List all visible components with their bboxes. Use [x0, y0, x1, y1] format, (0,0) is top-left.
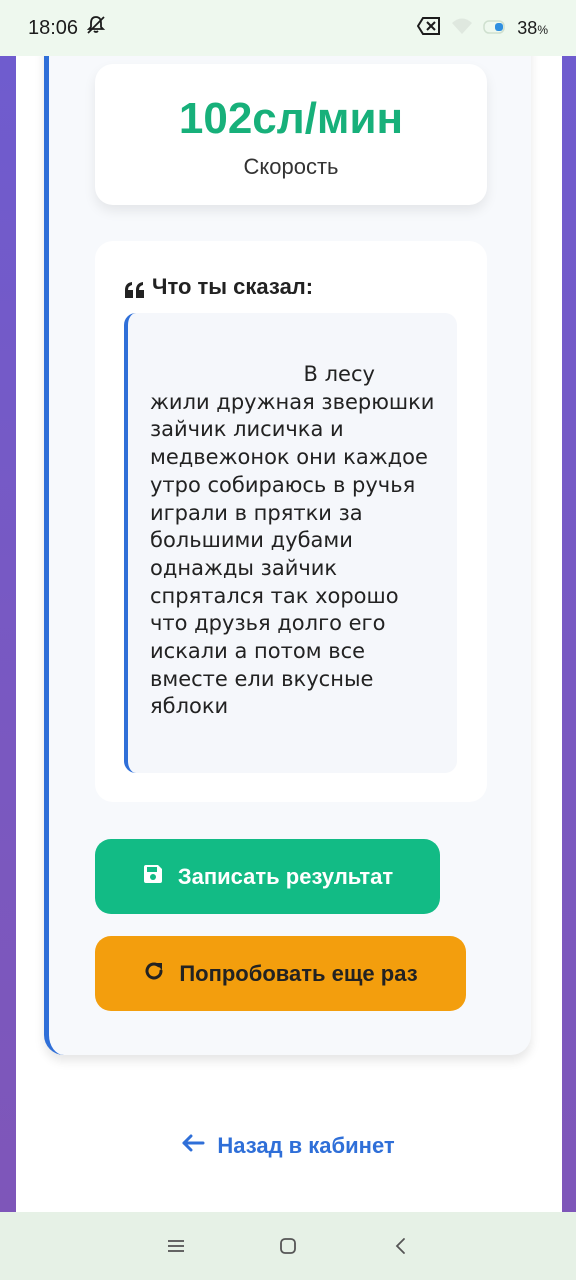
status-right: 38% — [417, 16, 548, 40]
bell-off-icon — [86, 15, 106, 41]
transcript-card: Что ты сказал: В лесу жили дружная зверю… — [95, 241, 487, 802]
back-to-cabinet-label: Назад в кабинет — [217, 1133, 395, 1158]
save-result-button[interactable]: Записать результат — [95, 839, 440, 914]
save-result-label: Записать результат — [177, 863, 394, 889]
menu-icon[interactable] — [156, 1226, 196, 1266]
speed-card: 102сл/мин Скорость — [95, 64, 487, 205]
system-nav-bar — [0, 1212, 576, 1280]
battery-percent-unit: % — [537, 22, 548, 37]
status-left: 18:06 — [28, 15, 106, 41]
save-icon — [142, 863, 164, 891]
battery-percent-value: 38 — [517, 17, 538, 38]
retry-button[interactable]: Попробовать еще раз — [95, 936, 466, 1011]
status-bar: 18:06 38% — [0, 0, 576, 56]
status-time: 18:06 — [28, 16, 79, 39]
battery-percent: 38% — [517, 18, 548, 39]
speed-label: Скорость — [243, 154, 339, 179]
transcript-text-box: В лесу жили дружная зверюшки зайчик лиси… — [124, 313, 457, 773]
speed-value: 102сл/мин — [178, 94, 404, 143]
transcript-text: В лесу жили дружная зверюшки зайчик лиси… — [150, 362, 442, 719]
transcript-title: Что ты сказал: — [124, 274, 313, 300]
sim-blocked-icon — [417, 16, 441, 40]
arrow-left-icon — [181, 1133, 205, 1159]
wifi-icon — [451, 17, 473, 40]
redo-icon — [143, 960, 165, 988]
home-square-icon[interactable] — [268, 1226, 308, 1266]
battery-icon — [483, 18, 507, 39]
back-chevron-icon[interactable] — [380, 1226, 420, 1266]
transcript-title-text: Что ты сказал: — [152, 274, 314, 299]
back-to-cabinet-link[interactable]: Назад в кабинет — [0, 1130, 576, 1162]
retry-label: Попробовать еще раз — [179, 960, 418, 986]
quote-icon — [124, 280, 146, 300]
